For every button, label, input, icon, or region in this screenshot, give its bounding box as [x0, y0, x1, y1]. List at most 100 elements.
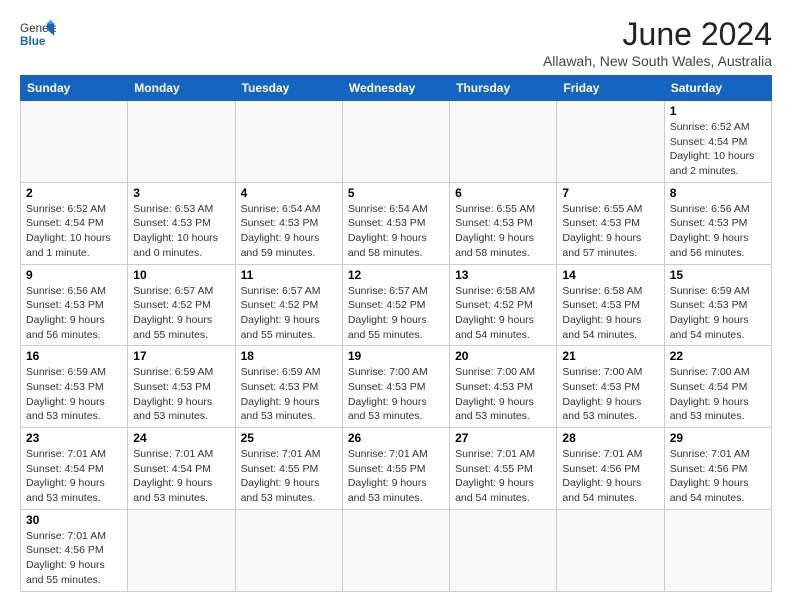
calendar-header: SundayMondayTuesdayWednesdayThursdayFrid… — [21, 76, 772, 101]
calendar-cell: 27 Sunrise: 7:01 AM Sunset: 4:55 PM Dayli… — [450, 428, 557, 510]
calendar-cell — [128, 509, 235, 591]
day-number: 11 — [241, 268, 337, 282]
calendar-week-row: 2 Sunrise: 6:52 AM Sunset: 4:54 PM Daylig… — [21, 182, 772, 264]
calendar-title: June 2024 — [543, 16, 772, 53]
calendar-cell: 2 Sunrise: 6:52 AM Sunset: 4:54 PM Daylig… — [21, 182, 128, 264]
calendar-cell: 22 Sunrise: 7:00 AM Sunset: 4:54 PM Dayli… — [664, 346, 771, 428]
calendar-cell: 23Sunrise: 7:01 AM Sunset: 4:54 PM Dayli… — [21, 428, 128, 510]
weekday-header-saturday: Saturday — [664, 76, 771, 101]
weekday-header-friday: Friday — [557, 76, 664, 101]
calendar-cell — [557, 509, 664, 591]
page-header: General Blue June 2024 Allawah, New Sout… — [20, 16, 772, 69]
calendar-cell: 13 Sunrise: 6:58 AM Sunset: 4:52 PM Dayli… — [450, 264, 557, 346]
calendar-table: SundayMondayTuesdayWednesdayThursdayFrid… — [20, 75, 772, 592]
calendar-cell: 16Sunrise: 6:59 AM Sunset: 4:53 PM Dayli… — [21, 346, 128, 428]
calendar-cell — [450, 509, 557, 591]
day-info: Sunrise: 7:01 AM Sunset: 4:55 PM Dayligh… — [241, 447, 337, 506]
calendar-week-row: 23 Sunrise: 7:01 AM Sunset: 4:54 PM Dayli… — [21, 428, 772, 510]
calendar-body: 1 Sunrise: 6:52 AM Sunset: 4:54 PM Daylig… — [21, 101, 772, 592]
day-info: Sunrise: 6:56 AM Sunset: 4:53 PM Dayligh… — [26, 284, 122, 343]
calendar-cell: 15 Sunrise: 6:59 AM Sunset: 4:53 PM Dayli… — [664, 264, 771, 346]
calendar-cell: 8 Sunrise: 6:56 AM Sunset: 4:53 PM Daylig… — [664, 182, 771, 264]
day-number: 5 — [348, 186, 444, 200]
calendar-cell: 20Sunrise: 7:00 AM Sunset: 4:53 PM Dayli… — [450, 346, 557, 428]
calendar-cell: 17Sunrise: 6:59 AM Sunset: 4:53 PM Dayli… — [128, 346, 235, 428]
day-info: Sunrise: 6:52 AM Sunset: 4:54 PM Dayligh… — [670, 120, 766, 179]
calendar-week-row: 9 Sunrise: 6:56 AM Sunset: 4:53 PM Daylig… — [21, 264, 772, 346]
day-number: 12 — [348, 268, 444, 282]
day-info: Sunrise: 6:59 AM Sunset: 4:53 PM Dayligh… — [133, 365, 229, 424]
calendar-cell — [450, 101, 557, 183]
day-number: 1 — [670, 104, 766, 118]
day-number: 10 — [133, 268, 229, 282]
day-info: Sunrise: 7:00 AM Sunset: 4:54 PM Dayligh… — [670, 365, 766, 424]
day-number: 30 — [26, 513, 122, 527]
calendar-cell: 10Sunrise: 6:57 AM Sunset: 4:52 PM Dayli… — [128, 264, 235, 346]
day-info: Sunrise: 7:01 AM Sunset: 4:55 PM Dayligh… — [348, 447, 444, 506]
day-number: 29 — [670, 431, 766, 445]
day-number: 13 — [455, 268, 551, 282]
title-block: June 2024 Allawah, New South Wales, Aust… — [543, 16, 772, 69]
day-number: 4 — [241, 186, 337, 200]
day-number: 26 — [348, 431, 444, 445]
calendar-cell: 19 Sunrise: 7:00 AM Sunset: 4:53 PM Dayli… — [342, 346, 449, 428]
day-number: 23 — [26, 431, 122, 445]
day-number: 15 — [670, 268, 766, 282]
day-number: 25 — [241, 431, 337, 445]
day-number: 21 — [562, 349, 658, 363]
calendar-cell: 5 Sunrise: 6:54 AM Sunset: 4:53 PM Daylig… — [342, 182, 449, 264]
calendar-week-row: 30Sunrise: 7:01 AM Sunset: 4:56 PM Dayli… — [21, 509, 772, 591]
calendar-cell — [342, 101, 449, 183]
day-number: 27 — [455, 431, 551, 445]
calendar-cell: 11 Sunrise: 6:57 AM Sunset: 4:52 PM Dayli… — [235, 264, 342, 346]
day-number: 2 — [26, 186, 122, 200]
day-info: Sunrise: 7:00 AM Sunset: 4:53 PM Dayligh… — [455, 365, 551, 424]
day-info: Sunrise: 6:52 AM Sunset: 4:54 PM Dayligh… — [26, 202, 122, 261]
weekday-header-monday: Monday — [128, 76, 235, 101]
day-number: 8 — [670, 186, 766, 200]
day-info: Sunrise: 7:01 AM Sunset: 4:56 PM Dayligh… — [670, 447, 766, 506]
weekday-header-row: SundayMondayTuesdayWednesdayThursdayFrid… — [21, 76, 772, 101]
calendar-cell: 6 Sunrise: 6:55 AM Sunset: 4:53 PM Daylig… — [450, 182, 557, 264]
day-info: Sunrise: 6:53 AM Sunset: 4:53 PM Dayligh… — [133, 202, 229, 261]
calendar-cell: 30Sunrise: 7:01 AM Sunset: 4:56 PM Dayli… — [21, 509, 128, 591]
day-info: Sunrise: 6:57 AM Sunset: 4:52 PM Dayligh… — [348, 284, 444, 343]
calendar-cell: 26 Sunrise: 7:01 AM Sunset: 4:55 PM Dayli… — [342, 428, 449, 510]
calendar-cell: 1 Sunrise: 6:52 AM Sunset: 4:54 PM Daylig… — [664, 101, 771, 183]
weekday-header-tuesday: Tuesday — [235, 76, 342, 101]
calendar-cell: 4 Sunrise: 6:54 AM Sunset: 4:53 PM Daylig… — [235, 182, 342, 264]
calendar-cell: 21Sunrise: 7:00 AM Sunset: 4:53 PM Dayli… — [557, 346, 664, 428]
calendar-cell: 14Sunrise: 6:58 AM Sunset: 4:53 PM Dayli… — [557, 264, 664, 346]
calendar-cell: 12 Sunrise: 6:57 AM Sunset: 4:52 PM Dayli… — [342, 264, 449, 346]
day-info: Sunrise: 6:55 AM Sunset: 4:53 PM Dayligh… — [562, 202, 658, 261]
calendar-cell — [235, 101, 342, 183]
day-number: 9 — [26, 268, 122, 282]
weekday-header-thursday: Thursday — [450, 76, 557, 101]
day-info: Sunrise: 6:56 AM Sunset: 4:53 PM Dayligh… — [670, 202, 766, 261]
day-number: 22 — [670, 349, 766, 363]
calendar-cell — [128, 101, 235, 183]
day-number: 19 — [348, 349, 444, 363]
calendar-week-row: 1 Sunrise: 6:52 AM Sunset: 4:54 PM Daylig… — [21, 101, 772, 183]
day-info: Sunrise: 7:01 AM Sunset: 4:54 PM Dayligh… — [133, 447, 229, 506]
day-info: Sunrise: 6:59 AM Sunset: 4:53 PM Dayligh… — [670, 284, 766, 343]
day-info: Sunrise: 7:01 AM Sunset: 4:56 PM Dayligh… — [562, 447, 658, 506]
day-info: Sunrise: 6:54 AM Sunset: 4:53 PM Dayligh… — [241, 202, 337, 261]
day-number: 3 — [133, 186, 229, 200]
weekday-header-wednesday: Wednesday — [342, 76, 449, 101]
logo: General Blue — [20, 16, 56, 52]
calendar-cell: 25 Sunrise: 7:01 AM Sunset: 4:55 PM Dayli… — [235, 428, 342, 510]
day-info: Sunrise: 6:58 AM Sunset: 4:52 PM Dayligh… — [455, 284, 551, 343]
calendar-subtitle: Allawah, New South Wales, Australia — [543, 53, 772, 69]
weekday-header-sunday: Sunday — [21, 76, 128, 101]
calendar-cell: 28Sunrise: 7:01 AM Sunset: 4:56 PM Dayli… — [557, 428, 664, 510]
day-info: Sunrise: 7:01 AM Sunset: 4:55 PM Dayligh… — [455, 447, 551, 506]
day-info: Sunrise: 6:54 AM Sunset: 4:53 PM Dayligh… — [348, 202, 444, 261]
calendar-cell: 29 Sunrise: 7:01 AM Sunset: 4:56 PM Dayli… — [664, 428, 771, 510]
day-info: Sunrise: 7:00 AM Sunset: 4:53 PM Dayligh… — [348, 365, 444, 424]
day-info: Sunrise: 6:55 AM Sunset: 4:53 PM Dayligh… — [455, 202, 551, 261]
calendar-cell — [342, 509, 449, 591]
calendar-cell — [235, 509, 342, 591]
day-info: Sunrise: 6:57 AM Sunset: 4:52 PM Dayligh… — [241, 284, 337, 343]
day-number: 6 — [455, 186, 551, 200]
